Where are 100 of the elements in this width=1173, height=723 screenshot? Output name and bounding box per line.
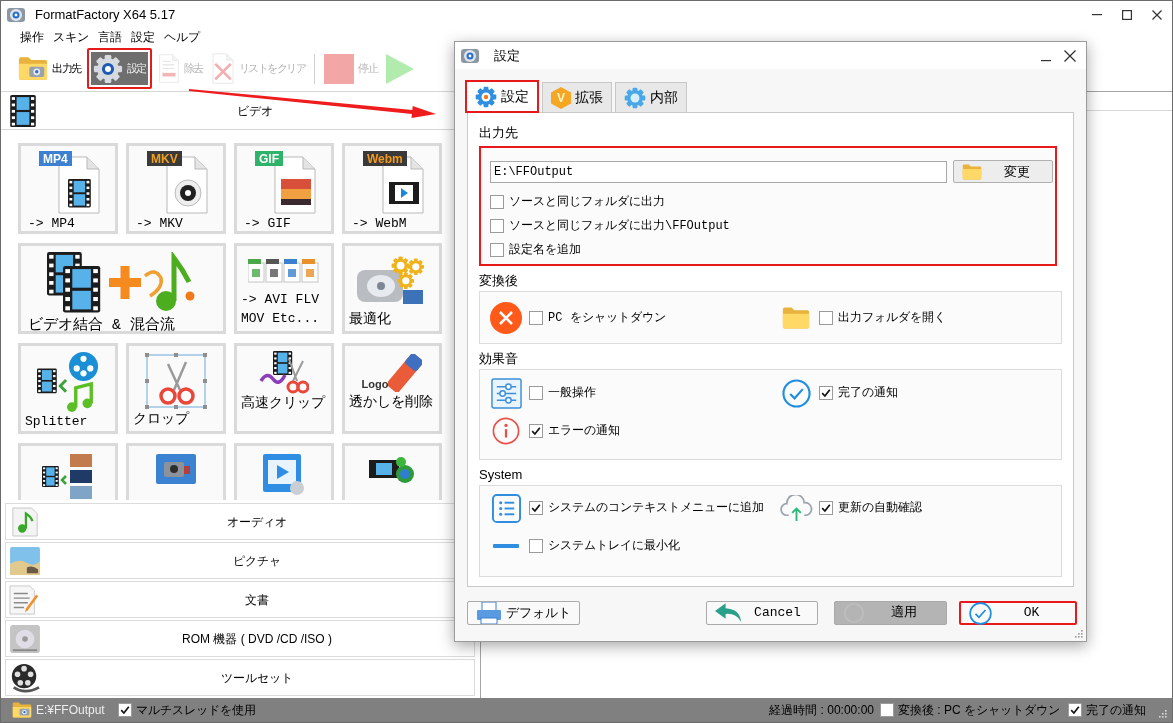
film-reel-icon <box>10 662 40 693</box>
checkbox[interactable] <box>529 386 543 400</box>
converter-tile[interactable]: MKV -> MKV <box>126 143 226 234</box>
checkbox-label: ソースと同じフォルダに出力 <box>509 194 665 211</box>
dialog-title: 設定 <box>494 46 520 65</box>
gear-icon <box>475 85 497 108</box>
close-icon <box>1152 9 1162 20</box>
checkmark-icon <box>531 426 541 436</box>
checkbox-label: システムのコンテキストメニューに追加 <box>548 500 764 517</box>
minimize-icon <box>1041 59 1051 62</box>
converter-tile[interactable]: 高速クリップ <box>234 343 334 434</box>
gear-icon <box>624 86 646 109</box>
checkbox-label: 更新の自動確認 <box>838 500 922 517</box>
video-player-icon <box>263 454 305 496</box>
disc-drive-icon <box>10 624 40 653</box>
document-cross-icon <box>210 53 235 84</box>
check-circle-icon <box>781 378 811 408</box>
checkbox[interactable] <box>490 195 504 209</box>
checkbox[interactable] <box>117 703 132 717</box>
document-icon <box>157 54 180 83</box>
converter-tile[interactable]: 最適化 <box>342 243 442 334</box>
change-button[interactable]: 変更 <box>953 160 1053 183</box>
checkbox-label: エラーの通知 <box>548 423 620 440</box>
film-globe-icon <box>369 454 415 484</box>
checkbox[interactable] <box>490 219 504 233</box>
dialog-button[interactable]: 適用 <box>834 601 947 625</box>
checkbox[interactable] <box>529 539 543 553</box>
hexagon-badge: V <box>551 86 571 109</box>
list-icon <box>491 493 521 523</box>
checkbox-label: 変換後 : PC をシャットダウン <box>898 702 1060 719</box>
checkbox[interactable] <box>880 703 894 717</box>
format-badge: MKV <box>147 151 182 166</box>
category-bar[interactable]: ROM 機器 ( DVD /CD /ISO ) <box>5 620 475 657</box>
checkmark-icon <box>1070 705 1080 715</box>
film-pictures-icon <box>42 454 94 500</box>
checkbox-label: 設定名を追加 <box>509 242 581 259</box>
folder-camera-icon <box>18 56 48 81</box>
landscape-picture-icon <box>10 546 40 575</box>
menu-item[interactable]: スキン <box>53 28 89 46</box>
format-badge: Webm <box>363 151 407 166</box>
checkbox[interactable] <box>529 424 543 438</box>
menu-item[interactable]: 言語 <box>98 28 122 46</box>
folder-icon <box>962 163 982 180</box>
output-path: E:¥FFOutput <box>36 702 105 719</box>
dash-icon <box>493 544 519 548</box>
checkbox-label: 完了の通知 <box>838 385 898 402</box>
category-bar[interactable]: ツールセット <box>5 659 475 696</box>
checkbox[interactable] <box>1068 703 1082 717</box>
film-scissors-icon <box>259 351 309 395</box>
toolbar-button[interactable]: 出力先 <box>16 52 83 85</box>
dialog-button[interactable]: OK <box>959 601 1077 625</box>
checkbox-label: 一般操作 <box>548 385 596 402</box>
dialog-button[interactable]: デフォルト <box>467 601 580 625</box>
logo-text: Logo <box>361 378 389 390</box>
checkbox-label: PC をシャットダウン <box>548 310 666 327</box>
play-icon <box>385 52 415 85</box>
tab[interactable]: V 拡張 <box>542 82 612 112</box>
checkbox[interactable] <box>819 311 833 325</box>
sliders-icon <box>490 377 522 409</box>
converter-tile[interactable]: GIF -> GIF <box>234 143 334 234</box>
file-row-icon <box>248 258 320 283</box>
cloud-upload-icon <box>779 494 813 522</box>
window-title: FormatFactory X64 5.17 <box>35 5 176 24</box>
menu-item[interactable]: ヘルプ <box>164 28 200 46</box>
dialog-button[interactable]: Cancel <box>706 601 818 625</box>
converter-tile[interactable]: Webm -> WebM <box>342 143 442 234</box>
gears-disc-icon <box>357 256 427 306</box>
converter-tile[interactable]: Splitter <box>18 343 118 434</box>
converter-tile[interactable]: Logo 透かしを削除 <box>342 343 442 434</box>
checkbox[interactable] <box>490 243 504 257</box>
checkbox[interactable] <box>529 311 543 325</box>
section-title: System <box>479 466 524 484</box>
checkbox[interactable] <box>529 501 543 515</box>
converter-tile[interactable]: MP4 -> MP4 <box>18 143 118 234</box>
music-file-icon <box>11 506 39 537</box>
converter-tile[interactable]: -> AVI FLV MOV Etc... <box>234 243 334 334</box>
folder-icon <box>782 306 810 330</box>
checkbox[interactable] <box>819 501 833 515</box>
minimize-icon <box>1092 13 1102 16</box>
checkbox-label: ソースと同じフォルダに出力\FFOutput <box>509 218 730 235</box>
menu-item[interactable]: 操作 <box>20 28 44 46</box>
resize-grip-icon <box>1158 709 1168 719</box>
document-pencil-icon <box>9 584 41 615</box>
close-circle-icon <box>490 302 522 334</box>
converter-tile[interactable]: ビデオ結合 & 混合流 <box>18 243 226 334</box>
camcorder-icon <box>156 454 196 486</box>
tab[interactable]: 内部 <box>615 82 687 112</box>
film-reel-note-icon <box>37 351 99 413</box>
path-field[interactable]: E:\FFOutput <box>490 160 947 183</box>
menu-item[interactable]: 設定 <box>131 28 155 46</box>
toolbar-button[interactable]: 設定 <box>90 52 148 85</box>
converter-tile[interactable]: クロップ <box>126 343 226 434</box>
checkmark-icon <box>821 503 831 513</box>
checkbox[interactable] <box>819 386 833 400</box>
info-icon <box>492 417 520 445</box>
folder-icon <box>12 702 32 718</box>
format-badge: MP4 <box>39 151 72 166</box>
tab[interactable]: 設定 <box>465 80 539 113</box>
section-title: 効果音 <box>479 350 519 368</box>
checkbox-label: 出力フォルダを開く <box>838 310 946 327</box>
